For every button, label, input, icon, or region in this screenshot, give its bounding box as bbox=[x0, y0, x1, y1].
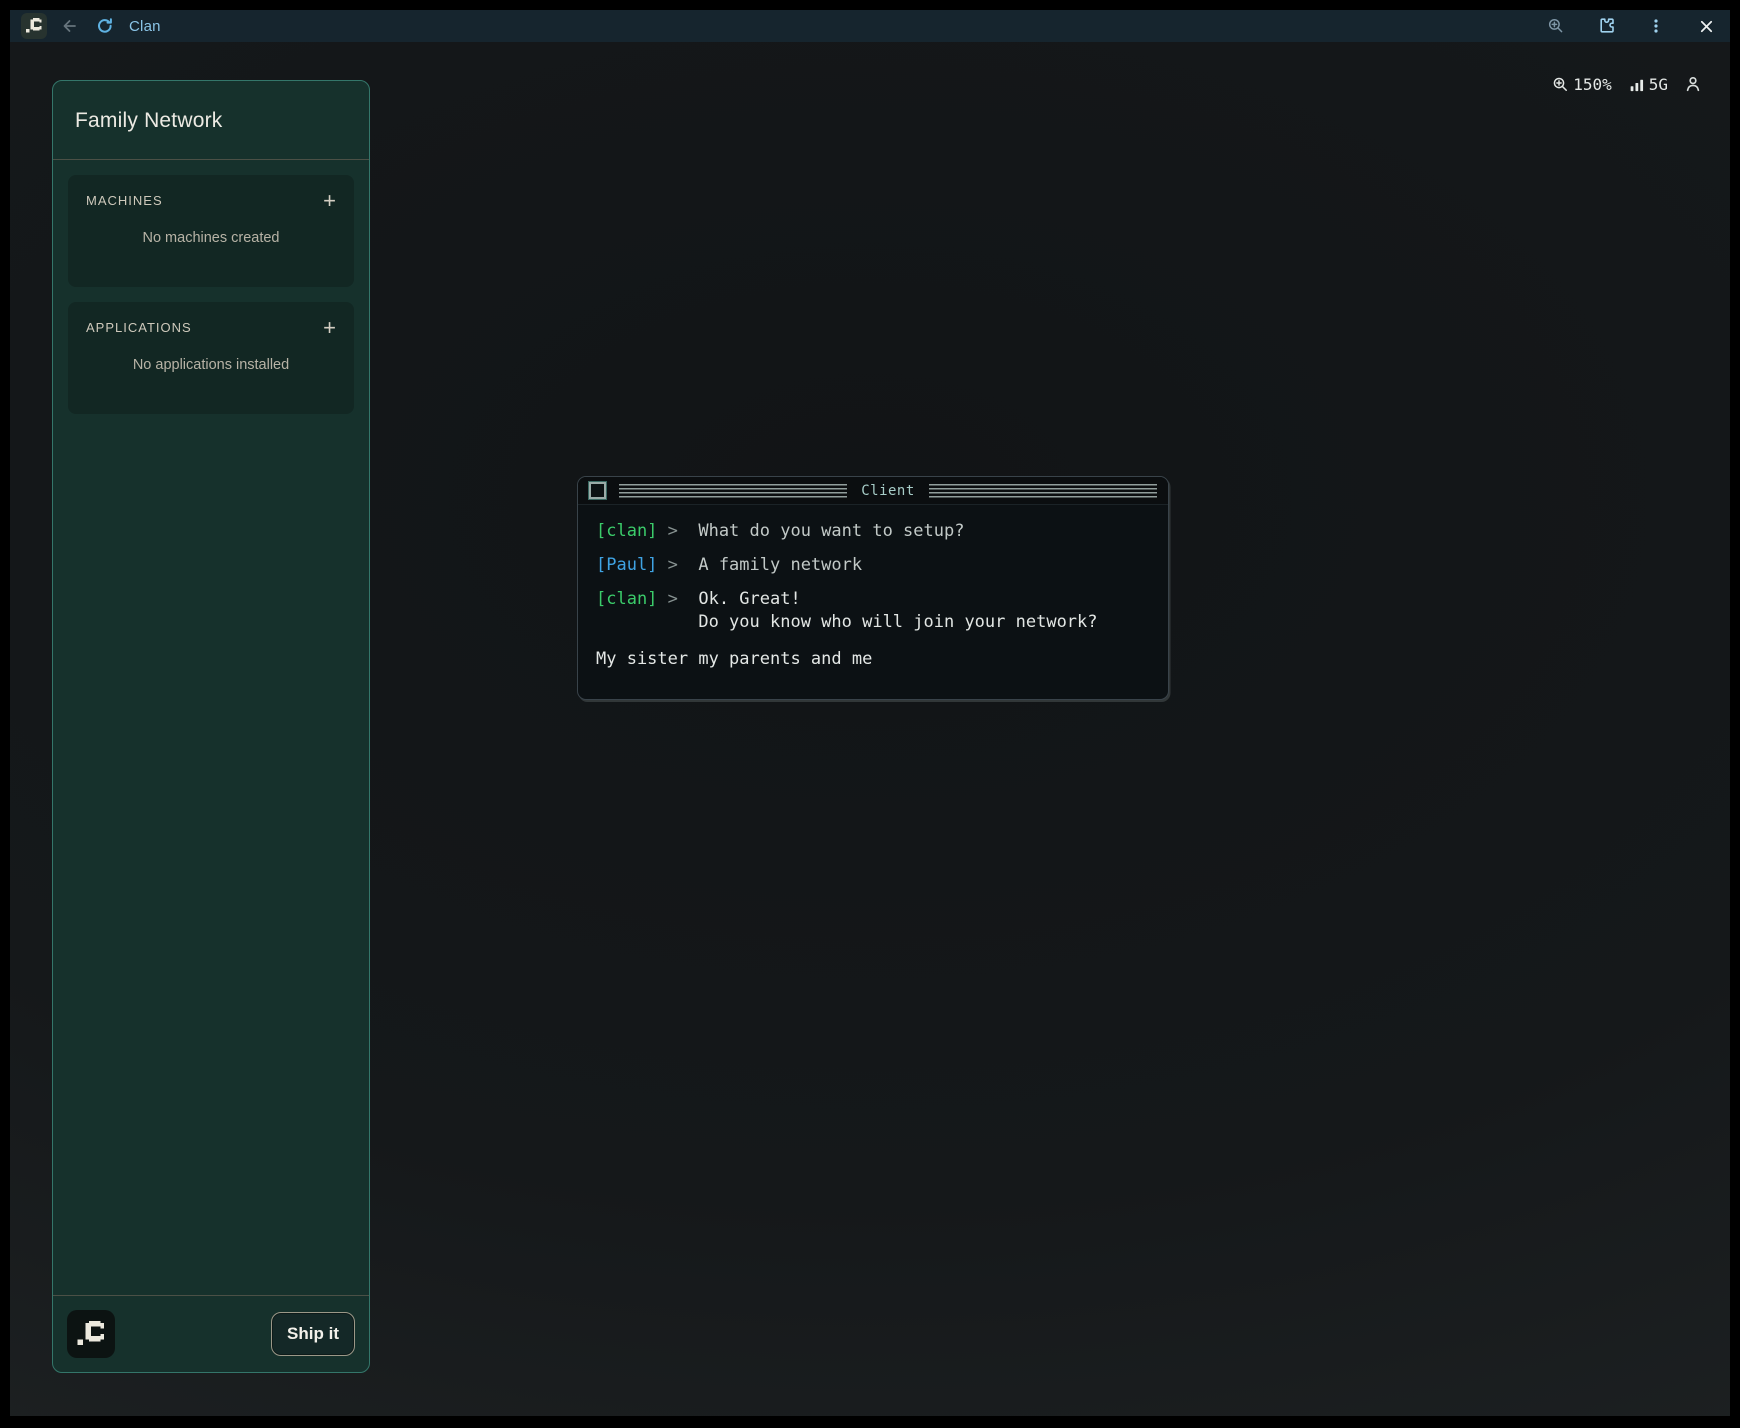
sidebar-footer: Ship it bbox=[53, 1296, 369, 1372]
network-status: 5G bbox=[1630, 75, 1668, 94]
extensions-button[interactable] bbox=[1592, 12, 1620, 40]
prompt-arrow: > bbox=[668, 588, 678, 634]
chat-message: [clan] > Ok. Great! Do you know who will… bbox=[596, 588, 1150, 634]
close-window-button[interactable] bbox=[1692, 12, 1720, 40]
applications-empty-state: No applications installed bbox=[86, 357, 336, 373]
machines-section: MACHINES + No machines created bbox=[68, 175, 354, 287]
message-text: Ok. Great! bbox=[698, 588, 1097, 611]
page-title: Family Network bbox=[75, 109, 347, 133]
add-application-button[interactable]: + bbox=[323, 321, 336, 335]
machines-empty-state: No machines created bbox=[86, 230, 336, 246]
zoom-level-value: 150% bbox=[1573, 75, 1612, 94]
speaker-clan: [clan] bbox=[596, 588, 657, 634]
kebab-menu-icon bbox=[1647, 17, 1665, 35]
sidebar: Family Network MACHINES + No machines cr… bbox=[52, 80, 370, 1373]
network-label: 5G bbox=[1649, 75, 1668, 94]
refresh-button[interactable] bbox=[91, 12, 119, 40]
extensions-puzzle-icon bbox=[1596, 16, 1616, 36]
zoom-icon bbox=[1547, 17, 1565, 35]
menu-button[interactable] bbox=[1642, 12, 1670, 40]
message-text: A family network bbox=[698, 554, 862, 577]
prompt-arrow: > bbox=[668, 520, 678, 543]
client-window-title: Client bbox=[847, 483, 929, 499]
chat-message: [clan] > What do you want to setup? bbox=[596, 520, 1150, 543]
speaker-paul: [Paul] bbox=[596, 554, 657, 577]
applications-section-label: APPLICATIONS bbox=[86, 320, 192, 335]
sidebar-header: Family Network bbox=[53, 81, 369, 159]
desktop: Clan bbox=[10, 10, 1730, 1416]
zoom-level-indicator[interactable]: 150% bbox=[1552, 75, 1612, 94]
user-icon bbox=[1684, 75, 1702, 93]
client-titlebar[interactable]: Client bbox=[578, 477, 1168, 505]
client-terminal[interactable]: [clan] > What do you want to setup? [Pau… bbox=[578, 505, 1168, 671]
applications-section: APPLICATIONS + No applications installed bbox=[68, 302, 354, 414]
terminal-input-line[interactable]: My sister my parents and me bbox=[596, 648, 1150, 671]
machines-section-label: MACHINES bbox=[86, 193, 163, 208]
message-text: Do you know who will join your network? bbox=[698, 611, 1097, 634]
signal-bars-icon bbox=[1630, 77, 1645, 92]
titlebar-stripes bbox=[619, 484, 847, 498]
back-button[interactable] bbox=[55, 12, 83, 40]
page-zoom-button[interactable] bbox=[1542, 12, 1570, 40]
browser-title-bar: Clan bbox=[10, 10, 1730, 42]
zoom-in-icon bbox=[1552, 76, 1569, 93]
chat-message: [Paul] > A family network bbox=[596, 554, 1150, 577]
user-button[interactable] bbox=[1684, 75, 1702, 93]
clan-logo-icon bbox=[21, 13, 47, 39]
clan-logo-icon bbox=[67, 1310, 115, 1358]
client-window: Client [clan] > What do you want to setu… bbox=[577, 476, 1169, 700]
add-machine-button[interactable]: + bbox=[323, 194, 336, 208]
tab-title: Clan bbox=[129, 18, 161, 35]
window-close-box-icon[interactable] bbox=[589, 482, 606, 499]
status-indicators: 150% 5G bbox=[1552, 72, 1702, 96]
titlebar-stripes bbox=[929, 484, 1157, 498]
message-text: What do you want to setup? bbox=[698, 520, 964, 543]
ship-it-button[interactable]: Ship it bbox=[271, 1312, 355, 1356]
back-arrow-icon bbox=[60, 17, 78, 35]
close-icon bbox=[1698, 18, 1715, 35]
prompt-arrow: > bbox=[668, 554, 678, 577]
refresh-icon bbox=[96, 17, 114, 35]
speaker-clan: [clan] bbox=[596, 520, 657, 543]
